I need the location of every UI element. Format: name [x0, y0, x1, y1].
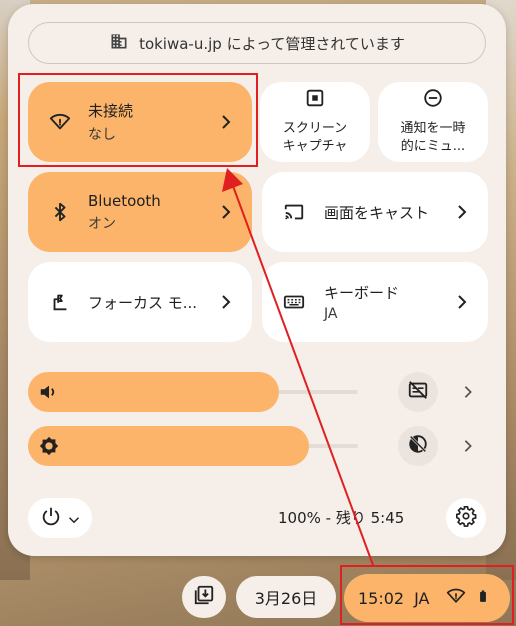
- building-icon: [109, 31, 129, 55]
- holding-space-button[interactable]: [182, 576, 226, 618]
- volume-slider-row: [28, 372, 498, 412]
- screen-capture-label-1: スクリーン: [282, 120, 348, 136]
- night-light-off-icon: [407, 433, 429, 459]
- brightness-icon: [38, 435, 60, 457]
- chevron-right-icon[interactable]: [216, 292, 236, 312]
- brightness-slider[interactable]: [28, 426, 309, 466]
- bluetooth-tile-title: Bluetooth: [88, 191, 161, 210]
- keyboard-tile-title: キーボード: [324, 284, 400, 302]
- settings-button[interactable]: [446, 498, 486, 538]
- display-settings-chevron-icon[interactable]: [458, 436, 478, 456]
- chevron-right-icon[interactable]: [452, 292, 472, 312]
- battery-status: 100% - 残り 5:45: [278, 509, 405, 527]
- bluetooth-tile[interactable]: Bluetooth オン: [28, 172, 252, 252]
- status-area-highlight: [340, 565, 514, 625]
- cast-tile-title: 画面をキャスト: [324, 203, 430, 222]
- bluetooth-icon: [46, 198, 74, 226]
- keyboard-tile[interactable]: キーボード JA: [262, 262, 488, 342]
- keyboard-icon: [280, 288, 308, 316]
- power-menu-button[interactable]: [28, 498, 92, 538]
- download-icon: [193, 584, 215, 610]
- date-text: 3月26日: [254, 589, 318, 608]
- brightness-slider-row: [28, 426, 498, 466]
- night-light-toggle[interactable]: [398, 426, 438, 466]
- cast-tile[interactable]: 画面をキャスト: [262, 172, 488, 252]
- managed-text: tokiwa-u.jp によって管理されています: [139, 34, 405, 53]
- dnd-label-1: 通知を一時: [400, 120, 466, 136]
- focus-mode-tile[interactable]: フォーカス モ...: [28, 262, 252, 342]
- volume-icon: [38, 381, 60, 403]
- do-not-disturb-icon: [422, 87, 444, 116]
- power-icon: [40, 505, 62, 531]
- cast-icon: [280, 198, 308, 226]
- chevron-right-icon[interactable]: [452, 202, 472, 222]
- focus-mode-icon: [46, 288, 74, 316]
- gear-icon: [455, 505, 477, 531]
- chevron-down-icon: [68, 509, 80, 528]
- captions-off-icon: [407, 379, 429, 405]
- screen-capture-icon: [304, 87, 326, 116]
- bluetooth-tile-subtitle: オン: [88, 215, 116, 232]
- audio-settings-chevron-icon[interactable]: [458, 382, 478, 402]
- network-tile-highlight: [18, 73, 258, 167]
- date-button[interactable]: 3月26日: [236, 576, 336, 618]
- chevron-right-icon[interactable]: [216, 202, 236, 222]
- live-caption-toggle[interactable]: [398, 372, 438, 412]
- volume-slider[interactable]: [28, 372, 279, 412]
- managed-device-banner[interactable]: tokiwa-u.jp によって管理されています: [28, 22, 486, 64]
- keyboard-tile-subtitle: JA: [324, 306, 338, 322]
- dnd-label-2: 的にミュ...: [400, 139, 466, 155]
- do-not-disturb-tile[interactable]: 通知を一時 的にミュ...: [378, 82, 488, 162]
- screen-capture-label-2: キャプチャ: [282, 139, 348, 155]
- screen-capture-tile[interactable]: スクリーン キャプチャ: [260, 82, 370, 162]
- focus-mode-title: フォーカス モ...: [88, 293, 198, 312]
